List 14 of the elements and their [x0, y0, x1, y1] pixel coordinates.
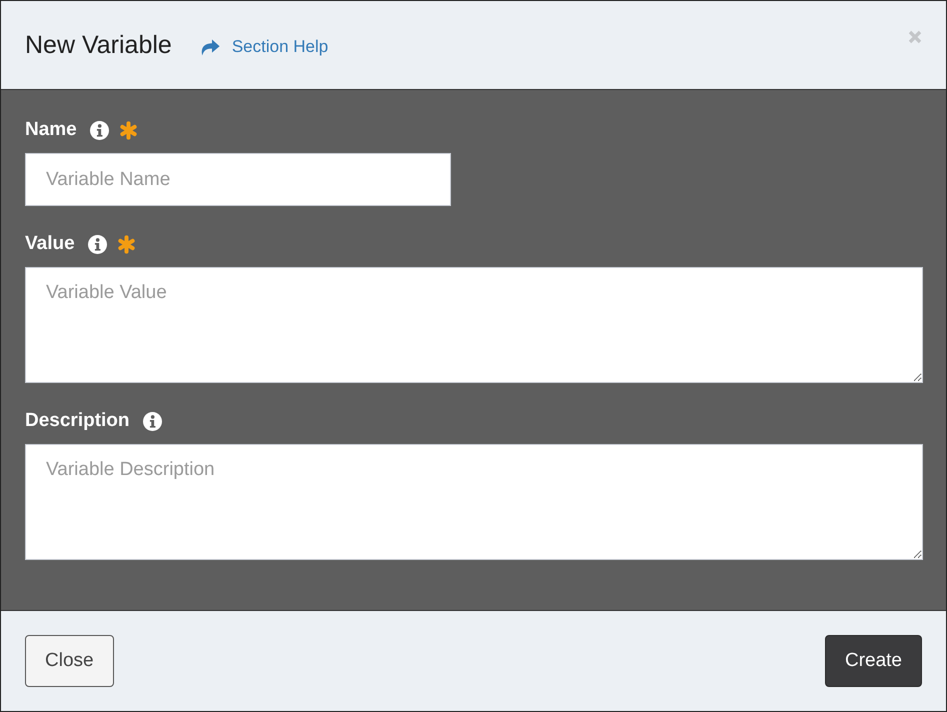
name-input-field[interactable]: Variable Name [25, 153, 451, 206]
create-button[interactable]: Create [824, 635, 922, 687]
info-icon[interactable] [142, 412, 162, 430]
field-label: Name [25, 119, 77, 141]
info-icon[interactable] [88, 234, 107, 254]
text-area-field[interactable]: Variable Value [25, 267, 923, 383]
close-button[interactable]: Close [25, 635, 114, 687]
dialog-title: New Variable [25, 30, 172, 60]
section-help-link[interactable]: Section Help [200, 37, 328, 57]
field-label: Value [25, 233, 75, 255]
share-arrow-icon [200, 38, 220, 56]
field-label: Description [25, 410, 130, 432]
info-icon[interactable] [90, 120, 109, 140]
text-area-field[interactable]: Variable Description [25, 444, 923, 560]
